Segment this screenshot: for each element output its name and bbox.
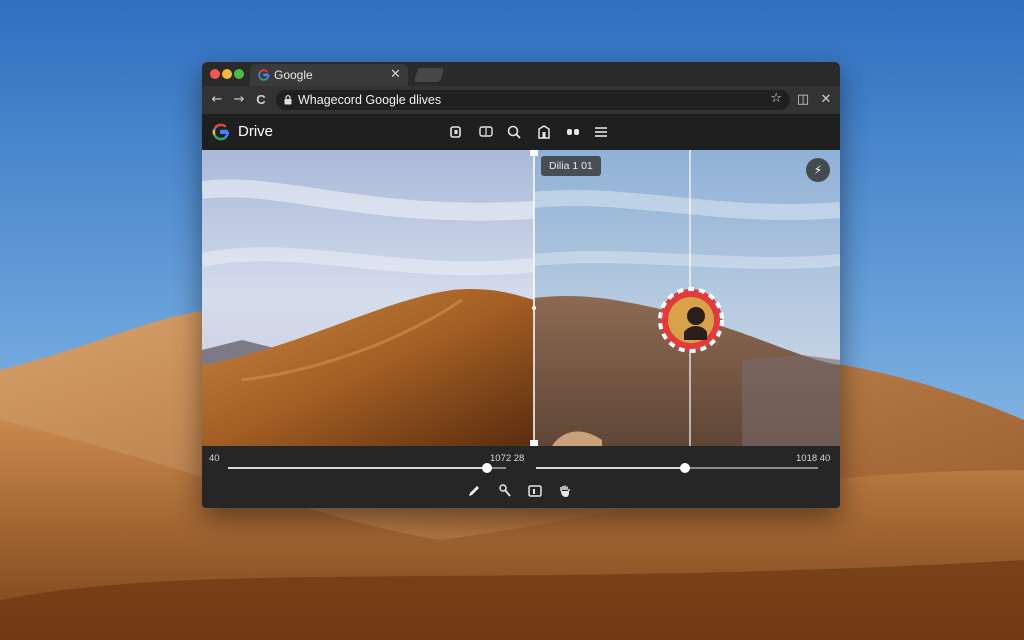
- left-scrubber-thumb[interactable]: [481, 463, 492, 473]
- tab-title: Google: [274, 68, 313, 82]
- before-image: [202, 150, 535, 446]
- quick-action-icon[interactable]: ⚡: [806, 158, 830, 182]
- comment-icon[interactable]: [478, 124, 494, 140]
- hand-icon[interactable]: [557, 483, 573, 499]
- save-icon[interactable]: [536, 124, 552, 140]
- right-scrubber-progress: [536, 467, 686, 469]
- brush-icon[interactable]: [497, 483, 513, 499]
- pencil-icon[interactable]: [466, 483, 482, 499]
- link-icon[interactable]: [565, 124, 581, 140]
- right-scrubber-thumb[interactable]: [680, 463, 691, 473]
- split-handle-top[interactable]: [530, 150, 538, 156]
- browser-window: Google ✕ ← → C Whagecord Google dlives ☆…: [202, 62, 840, 508]
- split-handle-mid[interactable]: [532, 306, 536, 310]
- google-logo-icon: [212, 123, 230, 141]
- recording-marker-icon[interactable]: [658, 287, 724, 353]
- tab-google[interactable]: Google ✕: [250, 64, 408, 86]
- comparison-canvas: [202, 150, 840, 446]
- left-scrubber-progress: [228, 467, 487, 469]
- reload-icon[interactable]: C: [252, 90, 270, 110]
- tab-strip: Google ✕: [202, 62, 840, 86]
- timeline-panel: 40 1072 28 1018 40: [202, 446, 840, 508]
- url-text: Whagecord Google dlives: [298, 93, 442, 107]
- close-icon[interactable]: ✕: [817, 90, 835, 110]
- left-timecode: 40: [209, 453, 220, 464]
- bookmark-star-icon[interactable]: ☆: [770, 91, 782, 106]
- browser-toolbar: ← → C Whagecord Google dlives ☆ ◫ ✕: [202, 86, 840, 114]
- right-timecode: 1018 40: [796, 453, 831, 464]
- address-bar[interactable]: Whagecord Google dlives ☆: [276, 90, 790, 110]
- frame-icon[interactable]: [527, 483, 543, 499]
- copy-icon[interactable]: [448, 124, 464, 140]
- google-favicon-icon: [258, 69, 270, 81]
- drive-app-bar: Drive: [202, 114, 840, 150]
- back-icon[interactable]: ←: [208, 90, 226, 110]
- minimize-window-button[interactable]: [222, 69, 232, 79]
- comparison-label: Dilia 1 01: [541, 156, 601, 176]
- new-tab-button[interactable]: [413, 68, 445, 82]
- mid-timecode: 1072 28: [490, 453, 525, 464]
- tab-close-icon[interactable]: ✕: [390, 67, 401, 82]
- maximize-window-button[interactable]: [234, 69, 244, 79]
- sidebar-toggle-icon[interactable]: ◫: [794, 90, 812, 110]
- lock-icon: [284, 95, 292, 105]
- forward-icon[interactable]: →: [230, 90, 248, 110]
- app-title: Drive: [238, 123, 274, 140]
- close-window-button[interactable]: [210, 69, 220, 79]
- menu-icon[interactable]: [593, 124, 609, 140]
- search-icon[interactable]: [506, 124, 522, 140]
- image-comparison-viewer[interactable]: Dilia 1 01 ⚡: [202, 150, 840, 446]
